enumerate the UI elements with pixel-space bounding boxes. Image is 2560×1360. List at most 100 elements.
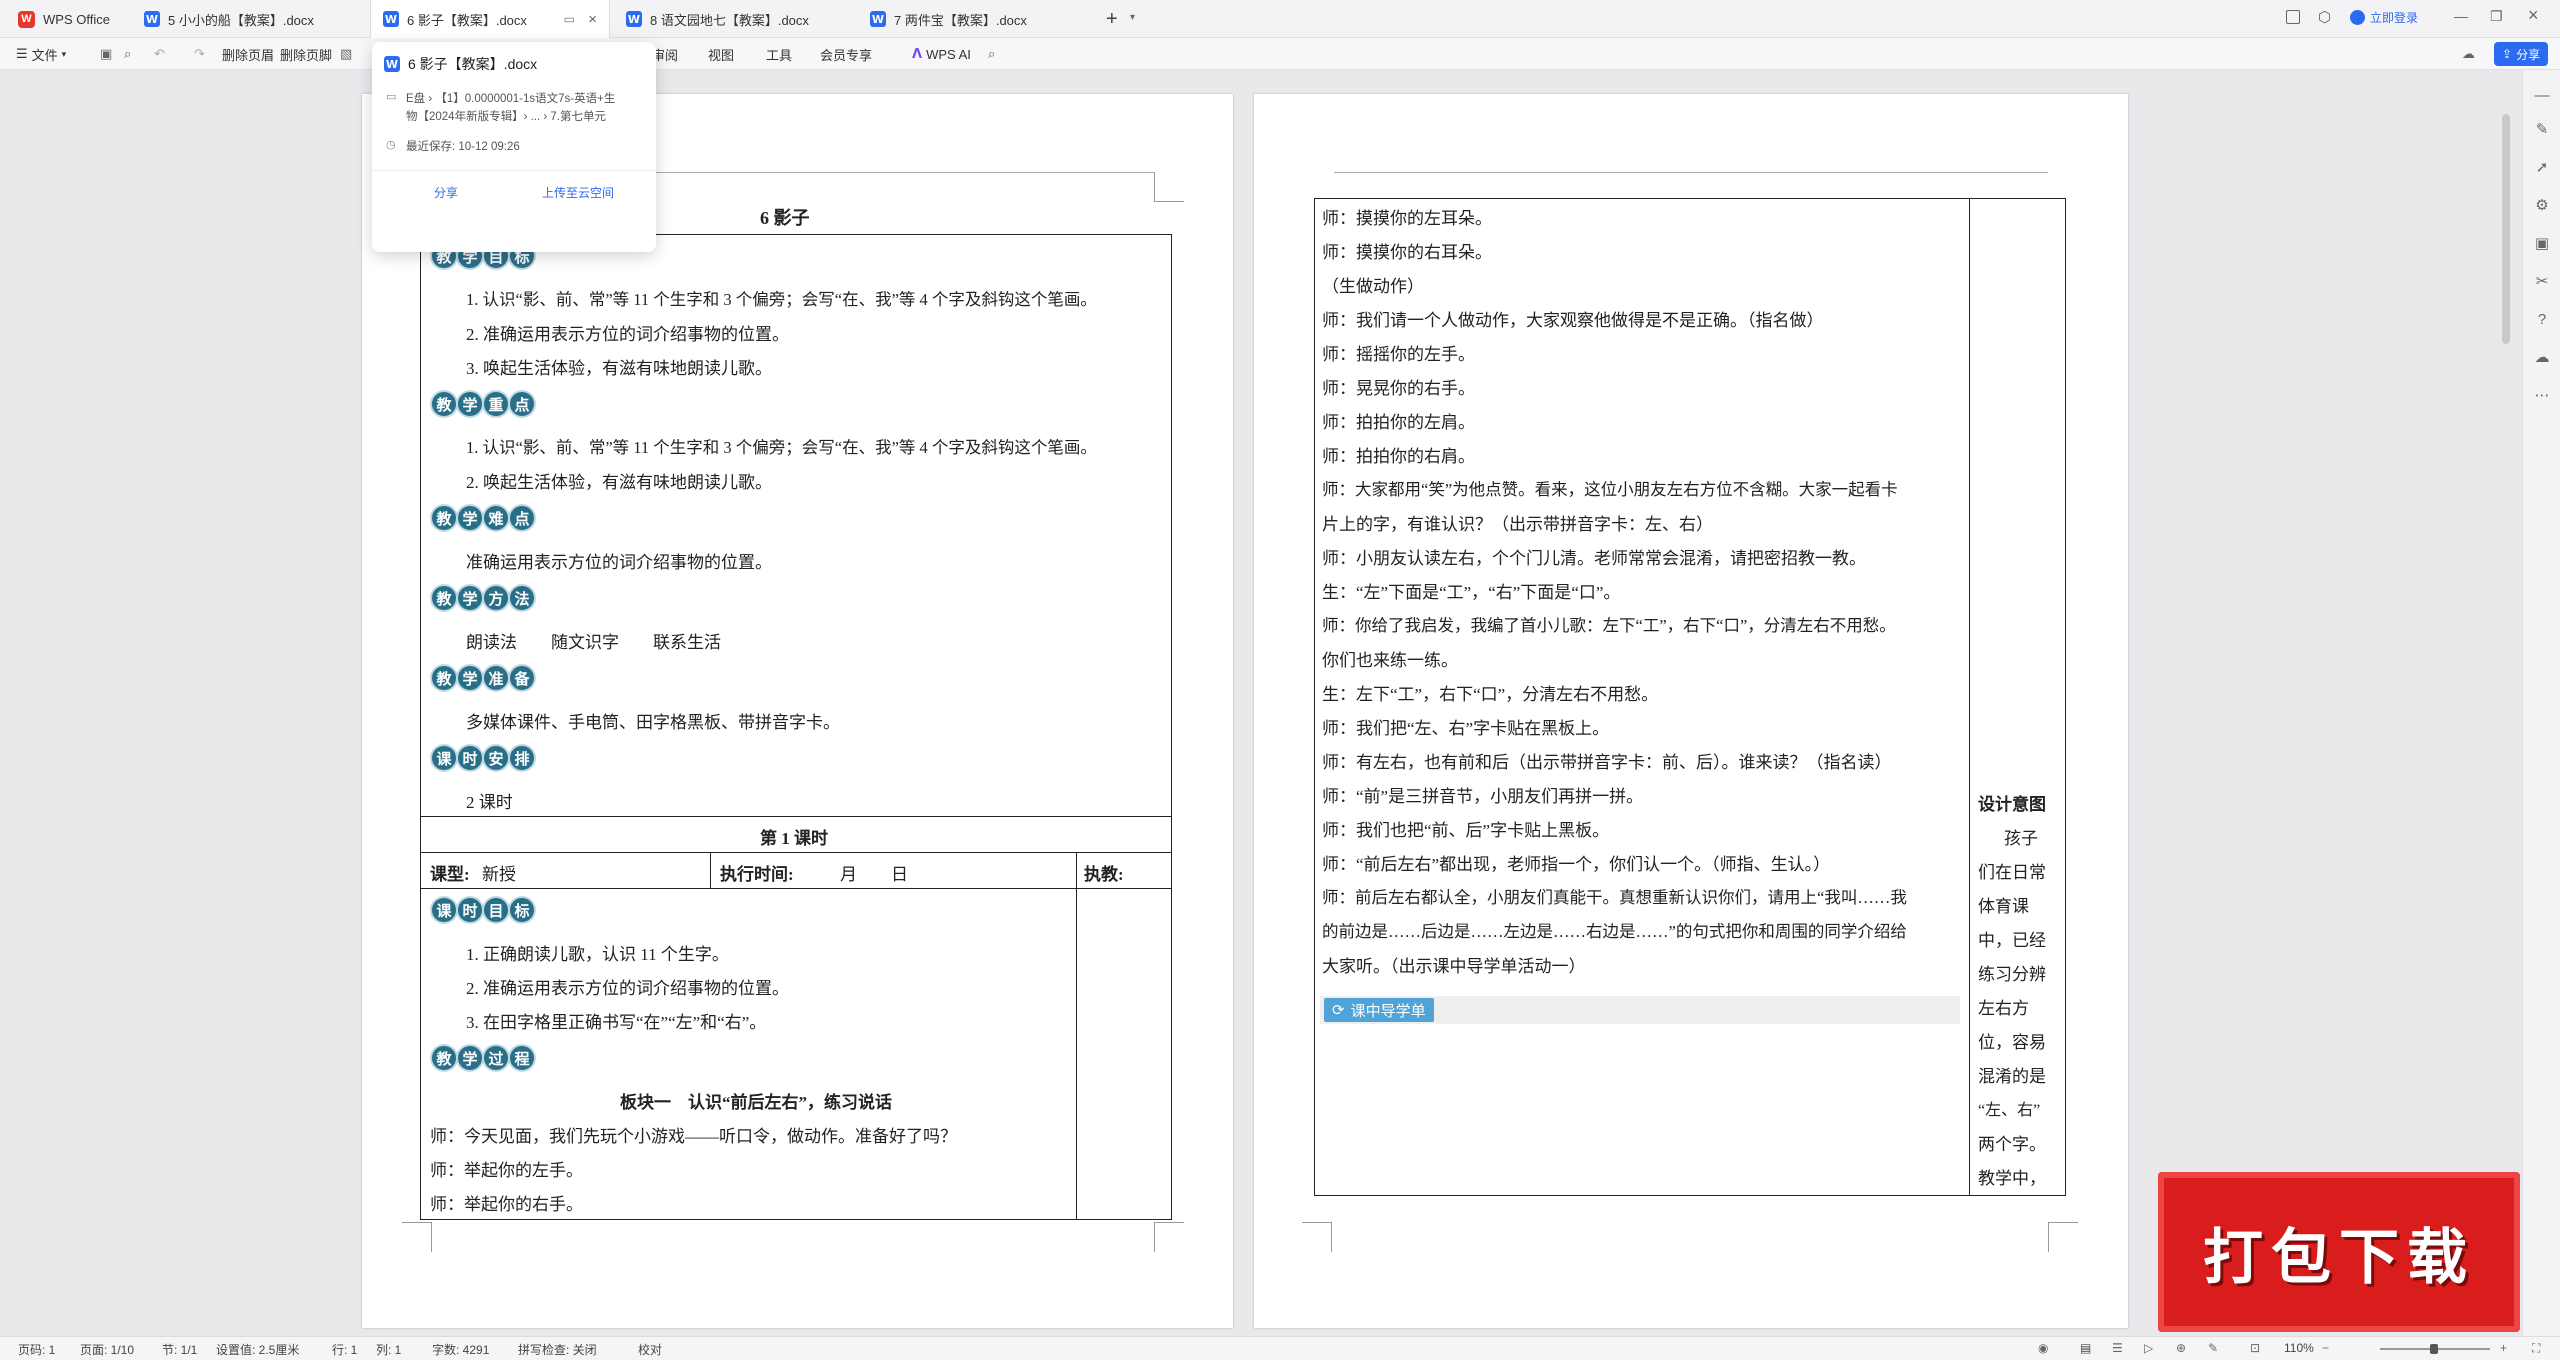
heading-char: 教 <box>432 392 456 416</box>
status-col: 列: 1 <box>376 1343 402 1357</box>
dialog-line: 大家听。（出示课中导学单活动一） <box>1322 957 1586 976</box>
share-button[interactable]: ⇪ 分享 <box>2494 42 2549 66</box>
status-pages[interactable]: 页面: 1/10 <box>80 1341 134 1358</box>
block-title: 板块一 认识“前后左右”，练习说话 <box>620 1093 892 1112</box>
design-line: 们在日常 <box>1978 863 2046 882</box>
monitor-icon[interactable]: ▭ <box>564 12 575 26</box>
tools-icon[interactable]: ✂ <box>2532 272 2552 292</box>
tab-document[interactable]: W 5 小小的船【教案】.docx <box>132 0 368 38</box>
download-stamp-banner[interactable]: 打包下载 <box>2158 1172 2520 1332</box>
teacher-label: 执教: <box>1084 865 1124 884</box>
hamburger-icon: ☰ <box>16 46 28 61</box>
word-doc-icon: W <box>384 56 400 72</box>
zoom-level[interactable]: 110% <box>2284 1341 2314 1355</box>
format-icon[interactable]: ▧ <box>340 38 352 70</box>
image-icon[interactable]: ▣ <box>2532 234 2552 254</box>
design-intent-title: 设计意图 <box>1978 795 2046 814</box>
dialog-line: 师：“前”是三拼音节，小朋友们再拼一拼。 <box>1322 787 1644 806</box>
pointer-icon[interactable]: ➚ <box>2532 158 2552 178</box>
page-view-icon[interactable]: ▤ <box>2080 1341 2091 1355</box>
eye-icon[interactable]: ◉ <box>2038 1341 2048 1355</box>
status-proof[interactable]: 校对 <box>638 1341 662 1358</box>
search-icon[interactable]: ⌕ <box>124 38 131 70</box>
heading-char: 点 <box>510 392 534 416</box>
search-icon[interactable]: ⌕ <box>988 38 995 70</box>
tools-menu[interactable]: 工具 <box>766 38 792 70</box>
cloud-sync-icon[interactable]: ☁ <box>2462 38 2475 70</box>
pen-icon[interactable]: ✎ <box>2208 1341 2218 1355</box>
section-lesson-goals-heading: 课时目标 <box>432 898 534 922</box>
dialog-line: 师：拍拍你的左肩。 <box>1322 413 1475 432</box>
tab-document[interactable]: W 8 语文园地七【教案】.docx <box>614 0 830 38</box>
tab-wps-home[interactable]: W WPS Office <box>6 0 130 38</box>
vertical-scrollbar[interactable] <box>2502 114 2510 344</box>
section-method-heading: 教学方法 <box>432 586 534 610</box>
zoom-slider-thumb[interactable] <box>2430 1344 2438 1354</box>
tab-document[interactable]: W 7 两件宝【教案】.docx <box>858 0 1078 38</box>
cube-icon[interactable]: ⬡ <box>2318 8 2331 26</box>
web-view-icon[interactable]: ⊕ <box>2176 1341 2186 1355</box>
undo-icon[interactable]: ↶ <box>154 38 165 70</box>
popup-upload-link[interactable]: 上传至云空间 <box>542 184 614 201</box>
design-line: 中，已经 <box>1978 931 2046 950</box>
tab-document-active[interactable]: W 6 影子【教案】.docx ▭ × <box>370 0 610 38</box>
dialog-line: 师：我们也把“前、后”字卡贴上黑板。 <box>1322 821 1610 840</box>
chevron-down-icon: ▾ <box>61 48 67 59</box>
key-line: 2. 唤起生活体验，有滋有味地朗读儿歌。 <box>466 473 772 492</box>
fullscreen-icon[interactable]: ⛶ <box>2532 1341 2540 1356</box>
close-icon[interactable]: × <box>588 11 597 28</box>
window-layout-icon[interactable] <box>2286 10 2300 24</box>
popup-title: W 6 影子【教案】.docx <box>384 54 537 74</box>
chevron-down-icon[interactable]: ▾ <box>1130 12 1135 23</box>
collapse-icon[interactable]: — <box>2532 86 2552 106</box>
word-doc-icon: W <box>144 11 160 27</box>
redo-icon[interactable]: ↷ <box>194 38 205 70</box>
status-setting[interactable]: 设置值: 2.5厘米 <box>216 1341 299 1358</box>
time-value: 月 日 <box>840 865 908 884</box>
view-menu[interactable]: 视图 <box>708 38 734 70</box>
zoom-in-icon[interactable]: + <box>2500 1341 2507 1355</box>
heading-char: 学 <box>458 666 482 690</box>
delete-footer-button[interactable]: 删除页脚 <box>280 38 332 70</box>
popup-share-link[interactable]: 分享 <box>434 184 458 201</box>
table-divider <box>420 816 1172 817</box>
tab-label: WPS Office <box>43 11 110 27</box>
save-icon[interactable]: ▣ <box>100 38 112 70</box>
guide-sheet-tag: ⟳ 课中导学单 <box>1324 998 1434 1022</box>
delete-header-button[interactable]: 删除页眉 <box>222 38 274 70</box>
status-words[interactable]: 字数: 4291 <box>432 1341 489 1358</box>
word-doc-icon: W <box>870 11 886 27</box>
help-icon[interactable]: ? <box>2532 310 2552 330</box>
adjust-icon[interactable]: ⚙ <box>2532 196 2552 216</box>
minimize-icon[interactable]: — <box>2454 8 2468 24</box>
heading-char: 学 <box>458 506 482 530</box>
play-icon[interactable]: ▷ <box>2144 1341 2153 1355</box>
dialog-line: 师：拍拍你的右肩。 <box>1322 447 1475 466</box>
dialog-line: 的前边是……后边是……左边是……右边是……”的句式把你和周围的同学介绍给 <box>1322 922 1907 941</box>
wps-ai-button[interactable]: ᐱ WPS AI <box>912 38 971 70</box>
table-divider <box>710 852 711 888</box>
pen-icon[interactable]: ✎ <box>2532 120 2552 140</box>
dialog-line: 师：摇摇你的左手。 <box>1322 345 1475 364</box>
heading-char: 教 <box>432 586 456 610</box>
table-divider <box>420 888 1172 889</box>
tab-label: 6 影子【教案】.docx <box>407 12 527 28</box>
cloud-icon[interactable]: ☁ <box>2532 348 2552 368</box>
popup-divider <box>372 170 656 171</box>
status-spellcheck[interactable]: 拼写检查: 关闭 <box>518 1341 597 1358</box>
login-button[interactable]: 立即登录 <box>2350 9 2418 26</box>
fit-icon[interactable]: ⊡ <box>2250 1341 2260 1355</box>
window-close-icon[interactable]: × <box>2528 5 2539 26</box>
section-difficult-heading: 教学难点 <box>432 506 534 530</box>
heading-char: 学 <box>458 1046 482 1070</box>
more-icon[interactable]: ⋯ <box>2532 386 2552 406</box>
page-title: 6 影子 <box>760 208 810 228</box>
file-menu[interactable]: ☰ 文件 ▾ <box>16 38 66 70</box>
zoom-out-icon[interactable]: − <box>2322 1341 2329 1355</box>
restore-icon[interactable]: ❐ <box>2490 8 2503 25</box>
heading-char: 方 <box>484 586 508 610</box>
heading-char: 准 <box>484 666 508 690</box>
new-tab-plus-icon[interactable]: + <box>1106 8 1118 31</box>
member-menu[interactable]: 会员专享 <box>820 38 872 70</box>
outline-view-icon[interactable]: ☰ <box>2112 1341 2123 1355</box>
